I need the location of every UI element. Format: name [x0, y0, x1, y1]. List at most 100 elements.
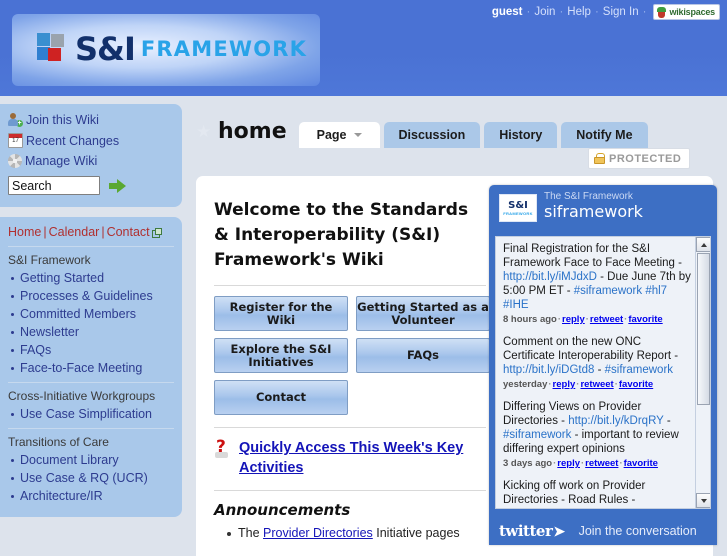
list-item[interactable]: Use Case Simplification: [11, 407, 174, 422]
chevron-down-icon[interactable]: [353, 133, 362, 137]
hashtag-link[interactable]: #hl7: [645, 285, 667, 297]
tab-discussion-label: Discussion: [398, 128, 466, 142]
hashtag-link[interactable]: #IHE: [503, 299, 529, 311]
list-item[interactable]: Architecture/IR: [11, 489, 174, 504]
contact-button[interactable]: Contact: [214, 380, 348, 415]
recent-changes-label[interactable]: Recent Changes: [26, 134, 119, 148]
search-input[interactable]: [8, 176, 100, 195]
join-this-wiki-label[interactable]: Join this Wiki: [26, 113, 99, 127]
tweet-age: yesterday: [503, 379, 548, 390]
site-logo[interactable]: S&I FRAMEWORK: [12, 14, 320, 86]
tweet-link[interactable]: http://bit.ly/kDrqRY: [568, 415, 663, 427]
sidebar-item-committed-members[interactable]: Committed Members: [20, 307, 136, 321]
sidebar-item-architecture-ir[interactable]: Architecture/IR: [20, 489, 103, 503]
wiki-navigation-panel: Home | Calendar | Contact S&I Framework Gett…: [0, 217, 182, 517]
list-item: Final Registration for the S&I Framework…: [503, 242, 692, 326]
scroll-up-button[interactable]: [696, 237, 710, 252]
tab-page[interactable]: Page: [298, 122, 380, 148]
wikispaces-badge[interactable]: wikispaces: [653, 4, 720, 20]
tab-notify-me[interactable]: Notify Me: [561, 122, 648, 148]
quick-access-link[interactable]: Quickly Access This Week's Key Activitie…: [239, 438, 486, 478]
nav-separator: ·: [594, 6, 599, 18]
sidebar-item-manage-wiki[interactable]: Manage Wiki: [8, 154, 174, 168]
avatar: S&I FRAMEWORK: [499, 194, 537, 222]
sidebar-item-getting-started[interactable]: Getting Started: [20, 271, 104, 285]
site-header: guest · Join · Help · Sign In · wikispac…: [0, 0, 727, 96]
favorite-action[interactable]: favorite: [619, 379, 653, 390]
welcome-heading: Welcome to the Standards & Interoperabil…: [214, 200, 469, 270]
tab-page-label: Page: [316, 128, 347, 142]
reply-action[interactable]: reply: [553, 379, 576, 390]
list-item[interactable]: Document Library: [11, 453, 174, 468]
sign-in-link[interactable]: Sign In: [603, 6, 639, 18]
favorite-action[interactable]: favorite: [628, 314, 662, 325]
reply-action[interactable]: reply: [557, 458, 580, 469]
tab-notify-me-label: Notify Me: [576, 128, 633, 142]
hashtag-link[interactable]: #siframework: [503, 429, 571, 441]
list-item[interactable]: Newsletter: [11, 325, 174, 340]
retweet-action[interactable]: retweet: [580, 379, 613, 390]
divider: [214, 490, 486, 491]
sidebar-item-document-library[interactable]: Document Library: [20, 453, 119, 467]
tab-history[interactable]: History: [484, 122, 558, 148]
hashtag-link[interactable]: #siframework: [604, 508, 672, 509]
sidebar-item-use-case-simplification[interactable]: Use Case Simplification: [20, 407, 152, 421]
tweet-text-part: -: [594, 508, 604, 509]
calendar-icon: [8, 133, 23, 148]
nav-separator: ·: [642, 6, 647, 18]
search-go-icon[interactable]: [109, 178, 127, 193]
nav-contact-link[interactable]: Contact: [107, 225, 150, 239]
manage-wiki-label[interactable]: Manage Wiki: [25, 154, 97, 168]
tweet-link[interactable]: http://bit.ly/iDGtd8: [503, 364, 594, 376]
tweet-link[interactable]: http://bit.ly/iMJdxD: [503, 271, 597, 283]
tweet-list[interactable]: Final Registration for the S&I Framework…: [495, 236, 711, 509]
tab-discussion[interactable]: Discussion: [383, 122, 481, 148]
help-link[interactable]: Help: [567, 6, 591, 18]
hashtag-link[interactable]: #siframework: [574, 285, 642, 297]
getting-started-as-a-volunteer-button[interactable]: Getting Started as a Volunteer: [356, 296, 490, 331]
sidebar-item-join-this-wiki[interactable]: + Join this Wiki: [8, 112, 174, 127]
list-item[interactable]: Use Case & RQ (UCR): [11, 471, 174, 486]
join-link[interactable]: Join: [534, 6, 555, 18]
lock-icon: [594, 153, 605, 164]
sidebar-item-recent-changes[interactable]: Recent Changes: [8, 133, 174, 148]
twitter-account-names: The S&I Framework siframework: [544, 191, 643, 221]
scrollbar-thumb[interactable]: [697, 253, 710, 405]
top-user-nav: guest · Join · Help · Sign In · wikispac…: [492, 4, 720, 20]
sidebar-item-use-case-rq-ucr[interactable]: Use Case & RQ (UCR): [20, 471, 148, 485]
nav-home-link[interactable]: Home: [8, 225, 41, 239]
scroll-down-button[interactable]: [696, 493, 710, 508]
sidebar-item-newsletter[interactable]: Newsletter: [20, 325, 79, 339]
tab-history-label: History: [499, 128, 543, 142]
announcement-text-pre: The: [238, 526, 264, 540]
tweet-text-part: -: [594, 364, 605, 376]
divider: [214, 427, 486, 428]
join-the-conversation-label[interactable]: Join the conversation: [579, 524, 697, 538]
tweet-scrollbar[interactable]: [695, 237, 710, 508]
provider-directories-link[interactable]: Provider Directories: [263, 526, 373, 540]
list-item[interactable]: Face-to-Face Meeting: [11, 361, 174, 376]
reply-action[interactable]: reply: [562, 314, 585, 325]
quick-access-row[interactable]: Quickly Access This Week's Key Activitie…: [214, 437, 486, 478]
nav-calendar-link[interactable]: Calendar: [49, 225, 100, 239]
favorite-star-icon[interactable]: ★: [196, 123, 212, 140]
faqs-button[interactable]: FAQs: [356, 338, 490, 373]
sidebar-item-faqs[interactable]: FAQs: [20, 343, 51, 357]
retweet-action[interactable]: retweet: [590, 314, 623, 325]
retweet-action[interactable]: retweet: [585, 458, 618, 469]
site-logo-main: S&I: [75, 30, 136, 68]
list-item[interactable]: Committed Members: [11, 307, 174, 322]
tweet-link[interactable]: http://bit.ly/ihncBn: [503, 508, 594, 509]
favorite-action[interactable]: favorite: [624, 458, 658, 469]
explore-the-si-initiatives-button[interactable]: Explore the S&I Initiatives: [214, 338, 348, 373]
sidebar-group-list-transitions-of-care: Document Library Use Case & RQ (UCR) Arc…: [8, 453, 174, 504]
sidebar-item-processes-guidelines[interactable]: Processes & Guidelines: [20, 289, 153, 303]
list-item[interactable]: FAQs: [11, 343, 174, 358]
sidebar-item-face-to-face-meeting[interactable]: Face-to-Face Meeting: [20, 361, 142, 375]
twitter-logo[interactable]: twitter➤: [499, 522, 565, 540]
register-for-the-wiki-button[interactable]: Register for the Wiki: [214, 296, 348, 331]
hashtag-link[interactable]: #siframework: [605, 364, 673, 376]
list-item[interactable]: Getting Started: [11, 271, 174, 286]
sidebar-group-list-cross-initiative: Use Case Simplification: [8, 407, 174, 422]
list-item[interactable]: Processes & Guidelines: [11, 289, 174, 304]
